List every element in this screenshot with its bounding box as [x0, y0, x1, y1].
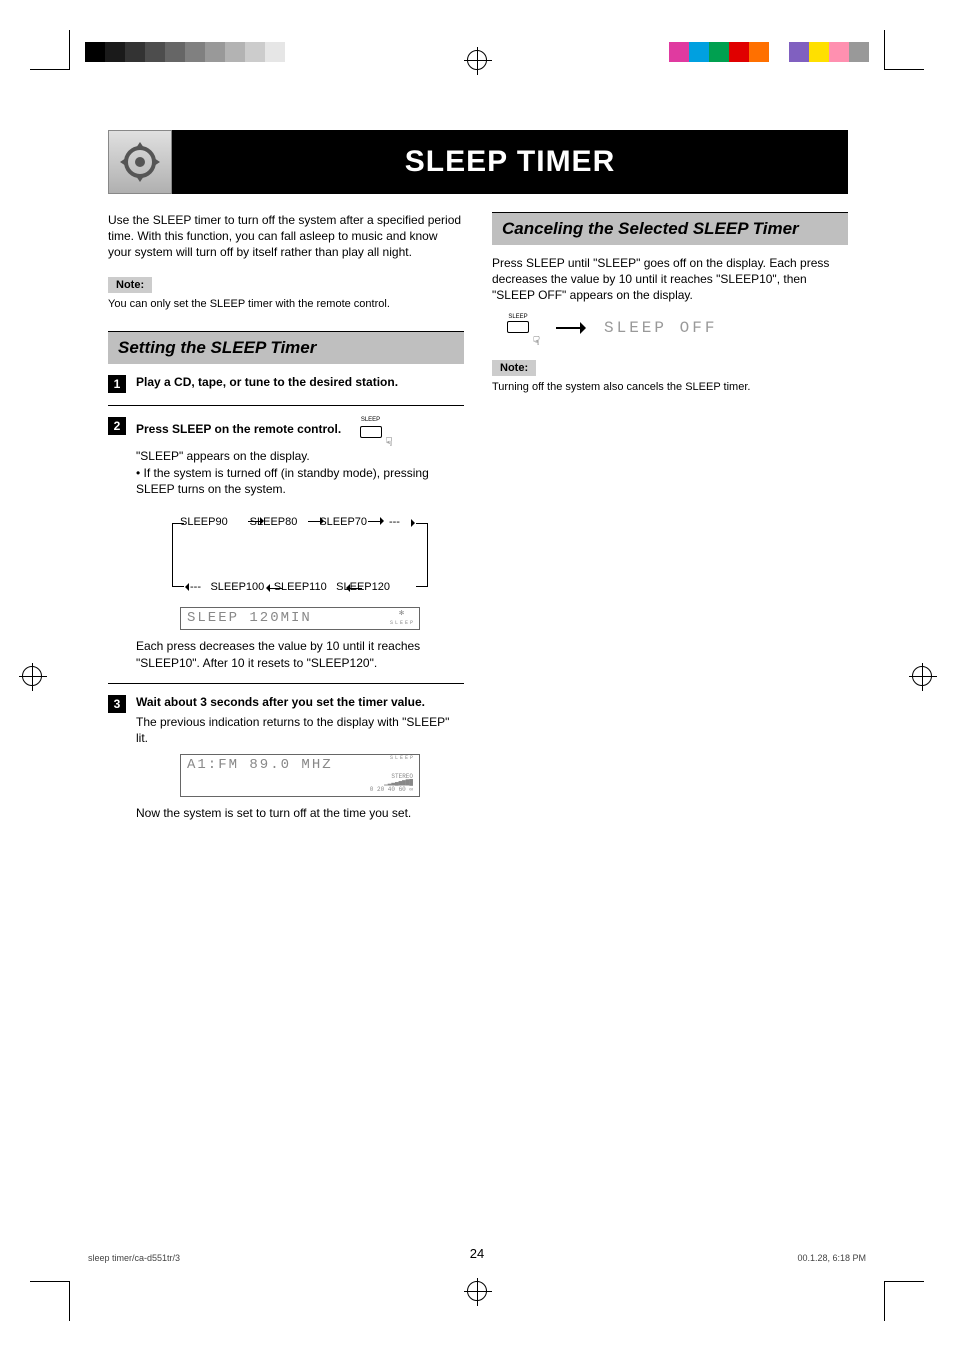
step-2-after: Each press decreases the value by 10 unt… [136, 638, 464, 670]
section-setting-heading: Setting the SLEEP Timer [108, 331, 464, 364]
finger-icon: ☟ [385, 434, 392, 450]
step-3-desc: The previous indication returns to the d… [136, 714, 464, 746]
cycle-value: SLEEP80 [250, 515, 298, 530]
step-3-title: Wait about 3 seconds after you set the t… [136, 694, 464, 710]
sleep-button-icon: SLEEP ☟ [500, 314, 536, 342]
step-1: 1 Play a CD, tape, or tune to the desire… [108, 374, 464, 393]
cycle-value: SLEEP100 [210, 580, 264, 595]
sleep-cycle-diagram: SLEEP90 SLEEP80 SLEEP70 --- SLEEP120 SLE… [170, 515, 430, 595]
color-bar-grayscale [85, 42, 305, 62]
step-1-title: Play a CD, tape, or tune to the desired … [136, 374, 464, 390]
footer-right: 00.1.28, 6:18 PM [797, 1253, 866, 1263]
note-block-1: Note: You can only set the SLEEP timer w… [108, 275, 464, 312]
page-number: 24 [470, 1246, 484, 1261]
sleep-button-icon: SLEEP ☟ [353, 416, 389, 444]
step-number: 3 [108, 695, 126, 713]
left-column: Use the SLEEP timer to turn off the syst… [108, 212, 464, 834]
step-2-desc: "SLEEP" appears on the display. • If the… [136, 448, 464, 497]
right-column: Canceling the Selected SLEEP Timer Press… [492, 212, 848, 834]
note-block-2: Note: Turning off the system also cancel… [492, 358, 848, 395]
footer-left: sleep timer/ca-d551tr/3 [88, 1253, 180, 1263]
cycle-value: --- [190, 580, 201, 595]
display-sleep-off: SLEEP OFF [604, 319, 717, 337]
step-2: 2 Press SLEEP on the remote control. SLE… [108, 416, 464, 670]
remote-ring-icon [108, 130, 172, 194]
arrow-right-icon [556, 327, 584, 329]
note-text: Turning off the system also cancels the … [492, 380, 848, 395]
note-text: You can only set the SLEEP timer with th… [108, 297, 464, 312]
intro-text: Use the SLEEP timer to turn off the syst… [108, 212, 464, 261]
step-3: 3 Wait about 3 seconds after you set the… [108, 694, 464, 822]
note-label: Note: [108, 277, 152, 293]
cycle-value: SLEEP90 [180, 515, 228, 530]
color-bar-colors [669, 42, 869, 62]
display-sleep-120: SLEEP 120MIN ✻SLEEP [180, 607, 420, 630]
cancel-diagram: SLEEP ☟ SLEEP OFF [492, 314, 848, 342]
step-3-after: Now the system is set to turn off at the… [136, 805, 464, 821]
step-number: 1 [108, 375, 126, 393]
title-row: SLEEP TIMER [108, 130, 848, 194]
divider [108, 683, 464, 684]
page-title: SLEEP TIMER [172, 130, 848, 194]
sleep-label: SLEEP [390, 756, 415, 762]
section-cancel-heading: Canceling the Selected SLEEP Timer [492, 212, 848, 245]
step-number: 2 [108, 417, 126, 435]
meter-scale: 0 20 40 60 ∞ [370, 786, 413, 793]
sleep-indicator-icon: ✻SLEEP [390, 610, 415, 628]
page-content: SLEEP TIMER Use the SLEEP timer to turn … [108, 130, 848, 834]
divider [108, 405, 464, 406]
cycle-value: --- [389, 515, 400, 530]
note-label: Note: [492, 360, 536, 376]
step-2-title: Press SLEEP on the remote control. [136, 423, 341, 437]
finger-icon: ☟ [533, 334, 540, 348]
display-radio: A1:FM 89.0 MHZ SLEEP STEREO ▁▂▃▄▅▆▇█ 0 2… [180, 754, 420, 797]
cancel-text: Press SLEEP until "SLEEP" goes off on th… [492, 255, 848, 304]
